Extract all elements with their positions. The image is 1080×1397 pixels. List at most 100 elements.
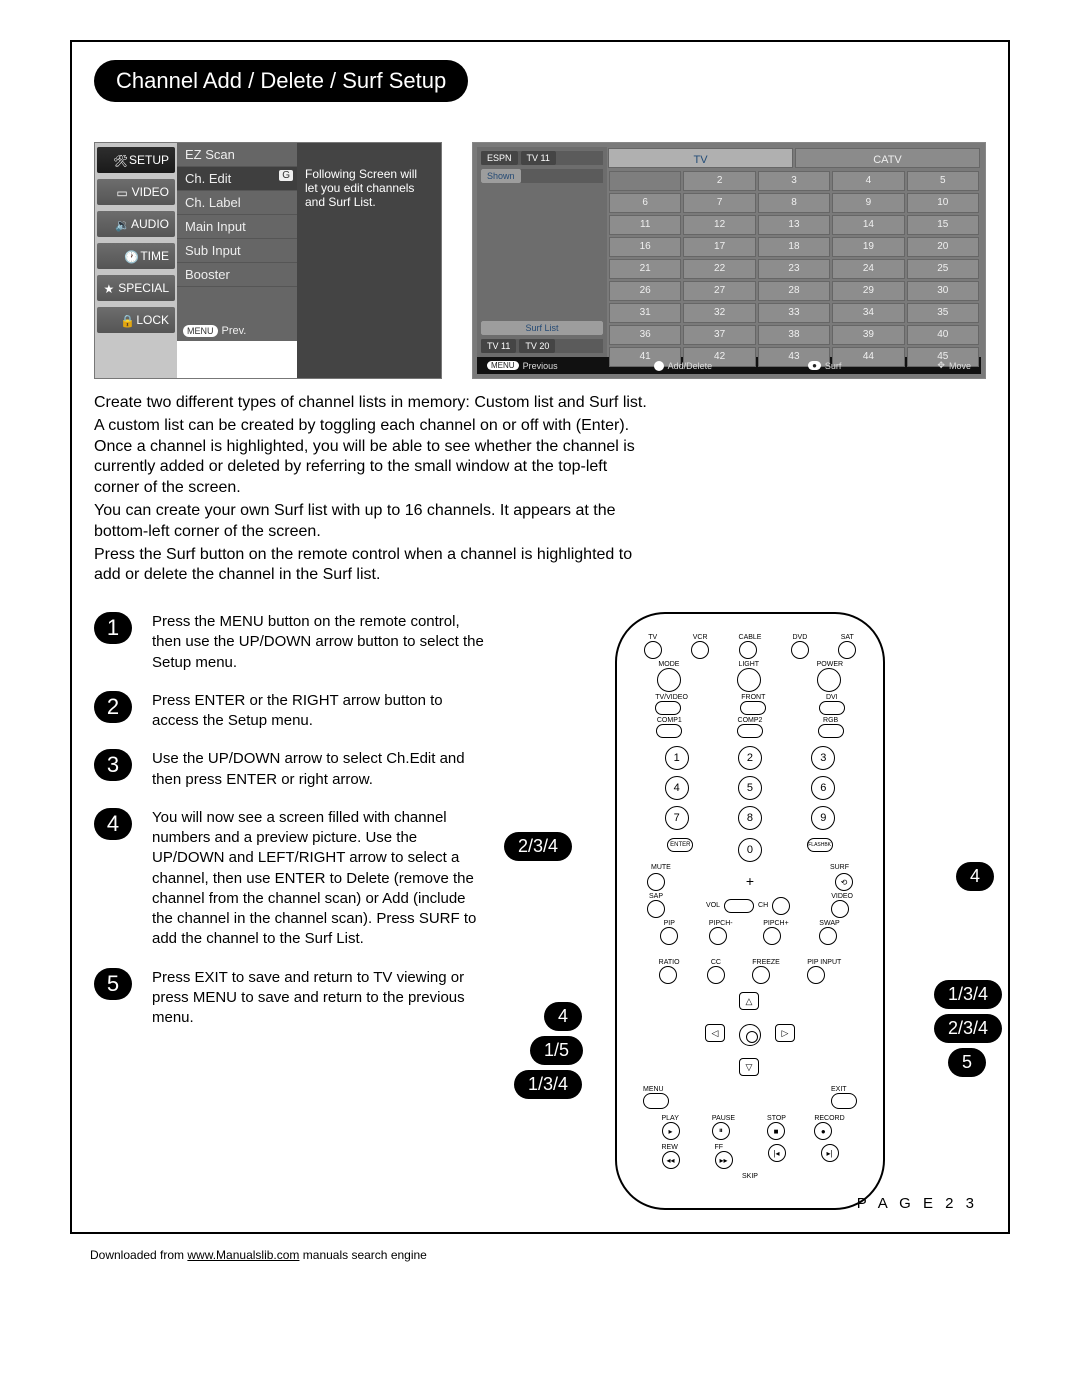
- down-arrow-icon: ▽: [739, 1058, 759, 1076]
- step-text: Press the MENU button on the remote cont…: [152, 612, 484, 673]
- callout-234-right: 2/3/4: [934, 1014, 1002, 1043]
- menu-button: [643, 1093, 669, 1109]
- channel-cell: 13: [758, 215, 830, 235]
- channel-grid-screenshot: ESPNTV 11 Shown Surf List TV 11TV 20 TV …: [472, 142, 986, 379]
- steps-list: 1 Press the MENU button on the remote co…: [94, 612, 484, 1210]
- ff-icon: ▸▸: [715, 1151, 733, 1169]
- remote-diagram-wrap: 2/3/4 4 1/5 1/3/4 4 1/3/4 2/3/4 5 TV VCR…: [514, 612, 986, 1210]
- flashbk-button: FLASHBK: [807, 838, 833, 852]
- step-row: 5 Press EXIT to save and return to TV vi…: [94, 968, 484, 1029]
- channel-cell: 31: [609, 303, 681, 323]
- download-footer: Downloaded from www.Manualslib.com manua…: [70, 1234, 1010, 1262]
- channel-cell: 15: [907, 215, 979, 235]
- manualslib-link[interactable]: www.Manualslib.com: [187, 1248, 299, 1262]
- skip-label: SKIP: [629, 1173, 871, 1180]
- channel-cell: 16: [609, 237, 681, 257]
- wrench-icon: 🛠: [113, 154, 125, 166]
- skip-fwd-icon: ▸|: [821, 1144, 839, 1162]
- callout-234-left: 2/3/4: [504, 832, 572, 861]
- channel-cell: 29: [832, 281, 904, 301]
- step-text: Press ENTER or the RIGHT arrow button to…: [152, 691, 484, 732]
- channel-cell: 17: [683, 237, 755, 257]
- channel-cell: 21: [609, 259, 681, 279]
- up-arrow-icon: △: [739, 992, 759, 1010]
- channel-cell: [609, 171, 681, 191]
- channel-grid: 2345678910111213141516171819202122232425…: [607, 169, 981, 355]
- page-frame: Channel Add / Delete / Surf Setup 🛠SETUP…: [70, 40, 1010, 1234]
- osd-description: Following Screen will let you edit chann…: [297, 143, 441, 378]
- enter-button: ENTER: [667, 838, 693, 852]
- channel-cell: 12: [683, 215, 755, 235]
- surf-list-items: TV 11TV 20: [481, 339, 603, 353]
- channel-cell: 6: [609, 193, 681, 213]
- preview-status: Shown: [481, 169, 603, 183]
- channel-cell: 22: [683, 259, 755, 279]
- num-button: 3: [811, 746, 835, 770]
- mute-button: [647, 873, 665, 891]
- step-text: You will now see a screen filled with ch…: [152, 808, 484, 950]
- channel-cell: 44: [832, 347, 904, 367]
- num-button: 8: [738, 806, 762, 830]
- star-icon: ★: [103, 282, 114, 294]
- remote-control-diagram: TV VCR CABLE DVD SAT MODE LIGHT POWER TV…: [615, 612, 885, 1210]
- num-button: 1: [665, 746, 689, 770]
- num-button: 9: [811, 806, 835, 830]
- channel-cell: 20: [907, 237, 979, 257]
- channel-cell: 40: [907, 325, 979, 345]
- stop-icon: ■: [767, 1122, 785, 1140]
- osd-prev-hint: MENUPrev.: [177, 287, 297, 341]
- num-button: 7: [665, 806, 689, 830]
- remote-source-row: TV VCR CABLE DVD SAT: [629, 634, 871, 659]
- right-arrow-icon: ▷: [775, 1024, 795, 1042]
- step-number: 5: [94, 968, 132, 1000]
- callout-15: 1/5: [530, 1036, 583, 1065]
- osd-item: Main Input: [177, 215, 297, 239]
- step-row: 4 You will now see a screen filled with …: [94, 808, 484, 950]
- channel-cell: 11: [609, 215, 681, 235]
- record-icon: ●: [814, 1122, 832, 1140]
- preview-tabs: ESPNTV 11: [481, 151, 603, 165]
- manual-page: Channel Add / Delete / Surf Setup 🛠SETUP…: [0, 0, 1080, 1302]
- channel-cell: 28: [758, 281, 830, 301]
- exit-button: [831, 1093, 857, 1109]
- num-button: 2: [738, 746, 762, 770]
- step-number: 4: [94, 808, 132, 840]
- remote-numpad: 123456789: [655, 746, 845, 830]
- channel-cell: 9: [832, 193, 904, 213]
- left-arrow-icon: ◁: [705, 1024, 725, 1042]
- channel-cell: 25: [907, 259, 979, 279]
- channel-cell: 23: [758, 259, 830, 279]
- page-number: P A G E 2 3: [857, 1195, 978, 1212]
- rew-icon: ◂◂: [662, 1151, 680, 1169]
- surf-list-label: Surf List: [481, 321, 603, 335]
- body-paragraph: Create two different types of channel li…: [94, 393, 654, 586]
- osd-menu-screenshot: 🛠SETUP ▭VIDEO 🔉AUDIO 🕐TIME ★SPECIAL 🔒LOC…: [94, 142, 442, 379]
- callout-4-left: 4: [544, 1002, 582, 1031]
- channel-cell: 34: [832, 303, 904, 323]
- channel-cell: 24: [832, 259, 904, 279]
- step-number: 2: [94, 691, 132, 723]
- zero-button: 0: [738, 838, 762, 862]
- remote-dpad: △ ◁ ▷ ▽: [695, 990, 805, 1080]
- num-button: 6: [811, 776, 835, 800]
- channel-cell: 26: [609, 281, 681, 301]
- osd-tab-video: ▭VIDEO: [97, 179, 175, 205]
- step-number: 3: [94, 749, 132, 781]
- step-number: 1: [94, 612, 132, 644]
- skip-back-icon: |◂: [768, 1144, 786, 1162]
- osd-item: Sub Input: [177, 239, 297, 263]
- clock-icon: 🕐: [124, 250, 136, 262]
- channel-cell: 2: [683, 171, 755, 191]
- grid-header-catv: CATV: [795, 148, 980, 168]
- osd-item: Ch. Label: [177, 191, 297, 215]
- num-button: 4: [665, 776, 689, 800]
- channel-cell: 18: [758, 237, 830, 257]
- channel-cell: 39: [832, 325, 904, 345]
- callout-5-right: 5: [948, 1048, 986, 1077]
- step-row: 2 Press ENTER or the RIGHT arrow button …: [94, 691, 484, 732]
- channel-cell: 19: [832, 237, 904, 257]
- osd-item-selected: Ch. EditG: [177, 167, 297, 191]
- video-icon: ▭: [116, 186, 128, 198]
- osd-tab-lock: 🔒LOCK: [97, 307, 175, 333]
- callout-134-left: 1/3/4: [514, 1070, 582, 1099]
